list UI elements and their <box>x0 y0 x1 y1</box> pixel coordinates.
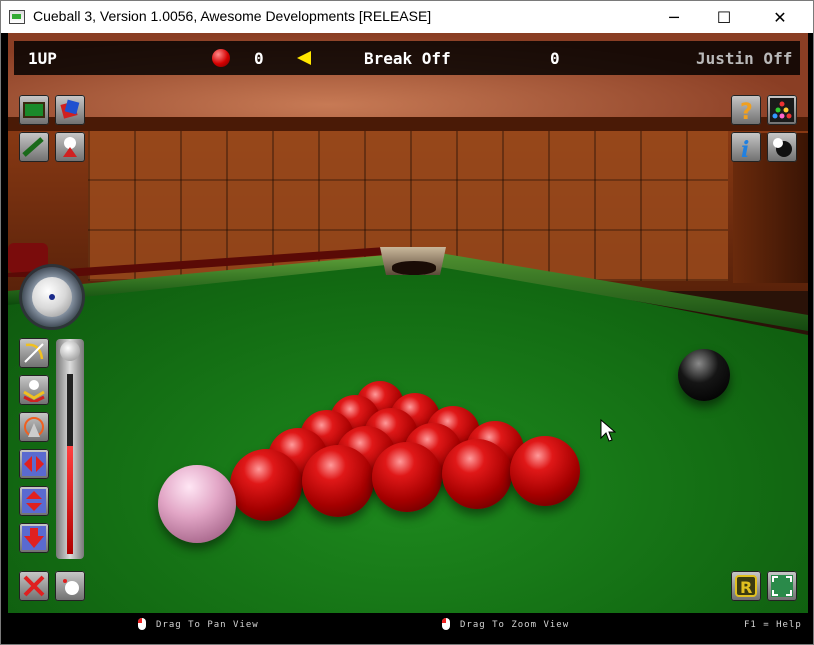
mouse-left-icon <box>138 618 146 630</box>
ball-on-icon <box>212 49 230 67</box>
replay-button[interactable]: R <box>731 571 761 601</box>
black-ball <box>678 349 730 401</box>
red-ball <box>372 442 442 512</box>
up-down-button[interactable] <box>19 486 49 516</box>
player-button[interactable] <box>55 132 85 162</box>
left-right-button[interactable] <box>19 449 49 479</box>
help-button[interactable]: ? <box>731 95 761 125</box>
spin-point[interactable] <box>49 294 55 300</box>
power-knob[interactable] <box>60 341 80 361</box>
cue-angle-button[interactable] <box>19 132 49 162</box>
target-icon <box>24 417 44 437</box>
help-hint: F1 = Help <box>744 620 802 630</box>
app-window: Cueball 3, Version 1.0056, Awesome Devel… <box>0 0 814 645</box>
close-button[interactable]: ✕ <box>757 1 803 33</box>
camera-button[interactable] <box>767 571 797 601</box>
replay-ball-button[interactable] <box>55 571 85 601</box>
player2-name: Justin Off <box>696 49 793 68</box>
dado-rail <box>8 117 808 131</box>
cue-angle-icon <box>22 137 44 157</box>
table-view-icon <box>23 102 45 118</box>
aim-icon <box>24 343 44 363</box>
mouse-left-icon <box>442 618 450 630</box>
spin-button[interactable] <box>19 375 49 405</box>
player2-score: 0 <box>550 49 560 68</box>
aim-button[interactable] <box>19 338 49 368</box>
match-status: Break Off <box>364 49 451 68</box>
svg-text:?: ? <box>740 100 753 122</box>
minimize-button[interactable]: ─ <box>651 1 697 33</box>
table-view-button[interactable] <box>19 95 49 125</box>
window-title: Cueball 3, Version 1.0056, Awesome Devel… <box>33 8 432 24</box>
cancel-icon <box>23 575 45 597</box>
power-fill <box>67 446 73 554</box>
player-icon <box>63 137 77 157</box>
mouse-cursor-icon <box>600 419 616 442</box>
cueball-icon <box>773 138 792 157</box>
red-ball <box>510 436 580 506</box>
pan-hint: Drag To Pan View <box>156 620 259 630</box>
dice-icon <box>60 99 80 119</box>
power-meter[interactable] <box>56 339 84 559</box>
cancel-button[interactable] <box>19 571 49 601</box>
svg-text:R: R <box>740 578 752 597</box>
cueball-button[interactable] <box>767 132 797 162</box>
red-ball <box>442 439 512 509</box>
left-right-arrows-icon <box>22 452 46 476</box>
spin-icon <box>23 380 45 402</box>
svg-text:i: i <box>741 137 749 159</box>
player1-score: 0 <box>254 49 264 68</box>
red-ball <box>230 449 302 521</box>
cue-ball-spin-widget[interactable] <box>22 267 82 327</box>
hint-bar: Drag To Pan View Drag To Zoom View F1 = … <box>8 613 808 637</box>
up-down-arrows-icon <box>22 489 46 513</box>
info-button[interactable]: i <box>731 132 761 162</box>
rack-button[interactable] <box>767 95 797 125</box>
game-viewport[interactable]: 1UP 0 Break Off 0 Justin Off ? i R Drag … <box>8 33 808 637</box>
camera-icon <box>771 575 793 597</box>
red-ball <box>302 445 374 517</box>
rack-icon <box>770 98 794 122</box>
pink-ball <box>158 465 236 543</box>
info-icon: i <box>741 137 749 159</box>
turn-arrow-icon <box>297 51 311 65</box>
dice-button[interactable] <box>55 95 85 125</box>
zoom-hint: Drag To Zoom View <box>460 620 570 630</box>
replay-ball-icon <box>63 579 79 595</box>
score-hud: 1UP 0 Break Off 0 Justin Off <box>14 41 800 75</box>
app-icon <box>9 10 25 24</box>
maximize-button[interactable]: ☐ <box>701 1 747 33</box>
pocket-hole <box>392 261 436 275</box>
player1-label: 1UP <box>28 49 57 68</box>
replay-icon: R <box>735 575 757 597</box>
drop-icon <box>22 526 46 550</box>
drop-button[interactable] <box>19 523 49 553</box>
title-bar[interactable]: Cueball 3, Version 1.0056, Awesome Devel… <box>1 1 813 33</box>
help-icon: ? <box>740 100 753 122</box>
target-button[interactable] <box>19 412 49 442</box>
